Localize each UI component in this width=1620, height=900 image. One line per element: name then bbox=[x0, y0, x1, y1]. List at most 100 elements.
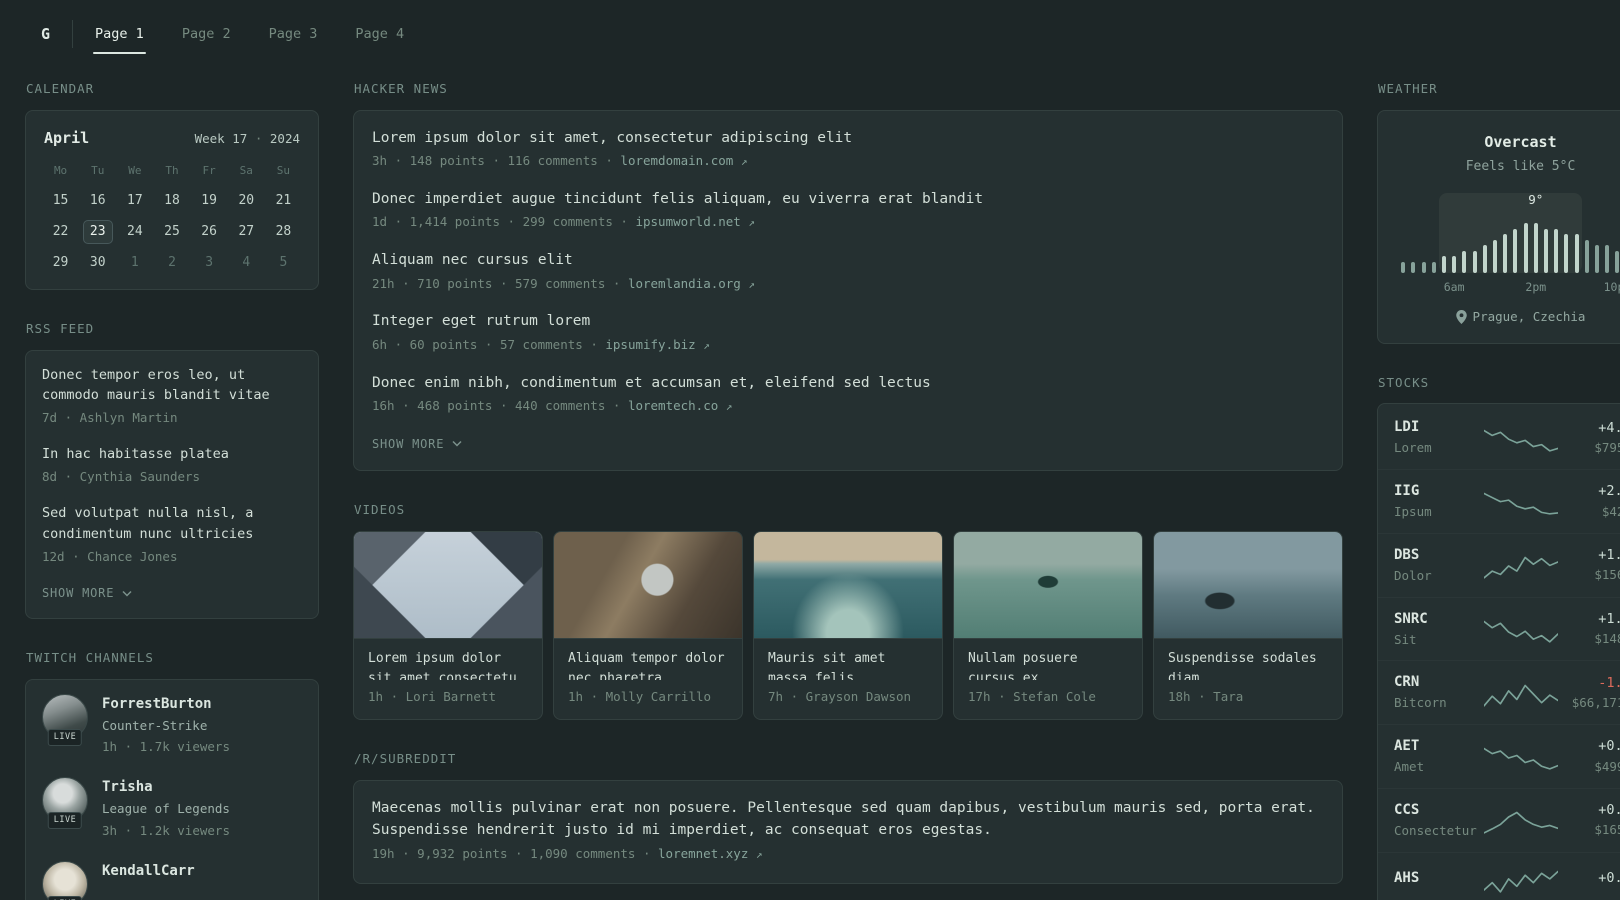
calendar-day[interactable]: 3 bbox=[194, 251, 224, 275]
news-title-link[interactable]: Aliquam nec cursus elit bbox=[372, 249, 1324, 271]
stock-row[interactable]: AHS +0.46% bbox=[1378, 852, 1620, 900]
page-tab[interactable]: Page 3 bbox=[269, 14, 318, 54]
news-age: 1d bbox=[372, 214, 388, 230]
video-age: 1h bbox=[568, 689, 584, 705]
calendar-day[interactable]: 18 bbox=[157, 189, 187, 213]
rss-item-title[interactable]: In hac habitasse platea bbox=[42, 444, 302, 465]
post-title-link[interactable]: Maecenas mollis pulvinar erat non posuer… bbox=[372, 797, 1324, 842]
calendar-day[interactable]: 23 bbox=[82, 219, 113, 244]
calendar-day[interactable]: 25 bbox=[157, 220, 187, 244]
news-title-link[interactable]: Donec enim nibh, condimentum et accumsan… bbox=[372, 372, 1324, 394]
calendar-day[interactable]: 5 bbox=[268, 251, 298, 275]
video-card[interactable]: Aliquam tempor dolor nec pharetra… 1h Mo… bbox=[553, 531, 743, 720]
stock-change: +0.46% bbox=[1598, 869, 1620, 886]
calendar-day[interactable]: 19 bbox=[194, 189, 224, 213]
videos-widget: VIDEOS Lorem ipsum dolor sit amet consec… bbox=[353, 501, 1343, 720]
rss-item-meta: 12d Chance Jones bbox=[42, 548, 302, 567]
calendar-day[interactable]: 17 bbox=[120, 189, 150, 213]
video-title[interactable]: Lorem ipsum dolor sit amet consectetu… bbox=[354, 639, 542, 680]
news-title-link[interactable]: Integer eget rutrum lorem bbox=[372, 310, 1324, 332]
calendar-day[interactable]: 24 bbox=[120, 220, 150, 244]
video-card[interactable]: Nullam posuere cursus ex 17h Stefan Cole bbox=[953, 531, 1143, 720]
channel-name[interactable]: KendallCarr bbox=[102, 861, 195, 882]
video-author: Grayson Dawson bbox=[791, 689, 911, 704]
hacker-news-show-more-button[interactable]: SHOW MORE bbox=[372, 437, 462, 451]
stock-row[interactable]: DBS Dolor +1.42% $156.28 bbox=[1378, 533, 1620, 597]
video-title[interactable]: Nullam posuere cursus ex bbox=[954, 639, 1142, 680]
video-title[interactable]: Aliquam tempor dolor nec pharetra… bbox=[554, 639, 742, 680]
stock-price: $148.64 bbox=[1594, 631, 1620, 647]
video-card[interactable]: Mauris sit amet massa felis 7h Grayson D… bbox=[753, 531, 943, 720]
app-logo[interactable]: G bbox=[41, 14, 50, 54]
page-tab[interactable]: Page 2 bbox=[182, 14, 231, 54]
calendar-day[interactable]: 2 bbox=[157, 251, 187, 275]
stock-price: $156.28 bbox=[1594, 567, 1620, 583]
page-tab[interactable]: Page 1 bbox=[93, 14, 146, 54]
video-card[interactable]: Lorem ipsum dolor sit amet consectetu… 1… bbox=[353, 531, 543, 720]
rss-item-title[interactable]: Sed volutpat nulla nisl, a condimentum n… bbox=[42, 503, 302, 545]
video-card[interactable]: Suspendisse sodales diam 18h Tara bbox=[1153, 531, 1343, 720]
rss-show-more-button[interactable]: SHOW MORE bbox=[42, 586, 132, 600]
stock-row[interactable]: AET Amet +0.92% $499.72 bbox=[1378, 724, 1620, 788]
calendar-day[interactable]: 26 bbox=[194, 220, 224, 244]
stock-change: +4.35% bbox=[1598, 419, 1620, 436]
stocks-section-title: STOCKS bbox=[1378, 374, 1430, 390]
weather-location: Prague, Czechia bbox=[1472, 308, 1586, 324]
stock-row[interactable]: CRN Bitcorn -1.00% $66,171.48 bbox=[1378, 660, 1620, 724]
calendar-day[interactable]: 21 bbox=[268, 189, 298, 213]
calendar-day[interactable]: 29 bbox=[46, 251, 76, 275]
twitch-widget: TWITCH CHANNELS LIVE ForrestBurton Count… bbox=[25, 649, 319, 900]
news-domain-link[interactable]: loremdomain.com ↗ bbox=[605, 153, 747, 168]
videos-row: Lorem ipsum dolor sit amet consectetu… 1… bbox=[353, 531, 1343, 720]
news-domain-link[interactable]: loremlandia.org ↗ bbox=[613, 276, 755, 291]
video-thumbnail[interactable] bbox=[1154, 532, 1342, 640]
calendar-day[interactable]: 30 bbox=[83, 251, 113, 275]
calendar-day[interactable]: 28 bbox=[268, 220, 298, 244]
hacker-news-widget: HACKER NEWS Lorem ipsum dolor sit amet, … bbox=[353, 80, 1343, 472]
calendar-day[interactable]: 4 bbox=[231, 251, 261, 275]
calendar-day[interactable]: 22 bbox=[46, 220, 76, 244]
calendar-day[interactable]: 27 bbox=[231, 220, 261, 244]
stock-values: +0.46% bbox=[1568, 868, 1620, 889]
stock-row[interactable]: SNRC Sit +1.36% $148.64 bbox=[1378, 597, 1620, 661]
page-tab[interactable]: Page 4 bbox=[355, 14, 404, 54]
calendar-day-header: Su bbox=[276, 164, 291, 178]
avatar: LIVE bbox=[42, 693, 88, 746]
channel-name[interactable]: ForrestBurton bbox=[102, 694, 230, 715]
stock-row[interactable]: CCS Consectetur +0.51% $165.84 bbox=[1378, 788, 1620, 852]
twitch-card: LIVE ForrestBurton Counter-Strike 1h 1.7… bbox=[25, 678, 319, 900]
rss-item-title[interactable]: Donec tempor eros leo, ut commodo mauris… bbox=[42, 365, 302, 407]
channel-name[interactable]: Trisha bbox=[102, 777, 230, 798]
video-title[interactable]: Mauris sit amet massa felis bbox=[754, 639, 942, 680]
stock-row[interactable]: LDI Lorem +4.35% $795.18 bbox=[1378, 406, 1620, 469]
post-domain-link[interactable]: loremnet.xyz ↗ bbox=[643, 846, 763, 861]
video-thumbnail[interactable] bbox=[354, 532, 542, 640]
stock-change: +1.36% bbox=[1598, 610, 1620, 627]
news-domain-link[interactable]: ipsumify.biz ↗ bbox=[590, 337, 710, 352]
news-domain-link[interactable]: ipsumworld.net ↗ bbox=[620, 214, 755, 229]
news-item: Lorem ipsum dolor sit amet, consectetur … bbox=[372, 127, 1324, 171]
dashboard-grid: CALENDAR April Week 17 2024 Mo bbox=[25, 80, 1620, 900]
calendar-day[interactable]: 16 bbox=[83, 189, 113, 213]
video-title[interactable]: Suspendisse sodales diam bbox=[1154, 639, 1342, 680]
stock-values: +0.92% $499.72 bbox=[1568, 736, 1620, 776]
news-title-link[interactable]: Lorem ipsum dolor sit amet, consectetur … bbox=[372, 127, 1324, 149]
stock-symbol: IIG bbox=[1394, 483, 1420, 499]
news-title-link[interactable]: Donec imperdiet augue tincidunt felis al… bbox=[372, 188, 1324, 210]
calendar-card: April Week 17 2024 Mo Tu We bbox=[25, 109, 319, 290]
news-domain-link[interactable]: loremtech.co ↗ bbox=[613, 398, 733, 413]
video-thumbnail[interactable] bbox=[754, 532, 942, 640]
calendar-day-header: Th bbox=[165, 164, 179, 178]
video-thumbnail[interactable] bbox=[954, 532, 1142, 640]
video-thumbnail[interactable] bbox=[554, 532, 742, 640]
news-age: 6h bbox=[372, 336, 388, 352]
calendar-day[interactable]: 15 bbox=[46, 189, 76, 213]
avatar: LIVE bbox=[42, 860, 88, 900]
stock-row[interactable]: IIG Ipsum +2.84% $42.04 bbox=[1378, 469, 1620, 533]
news-comments: 299 comments bbox=[508, 214, 613, 229]
calendar-day[interactable]: 1 bbox=[120, 251, 150, 275]
calendar-day[interactable]: 20 bbox=[231, 189, 261, 213]
videos-section-title: VIDEOS bbox=[354, 502, 406, 518]
stocks-widget: STOCKS LDI Lorem +4 $79 IIG Ipsum +2 $4 … bbox=[1377, 374, 1620, 900]
stock-symbol: AHS bbox=[1394, 869, 1420, 886]
